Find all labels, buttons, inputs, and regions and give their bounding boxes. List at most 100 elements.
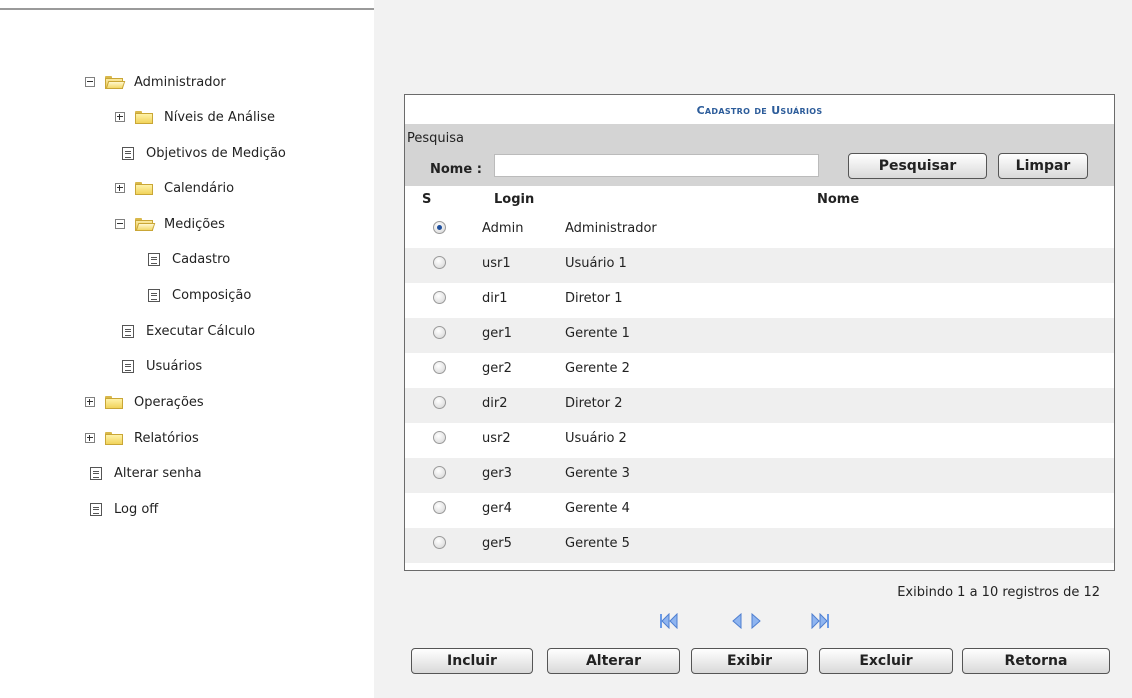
row-login: ger2 bbox=[480, 353, 560, 384]
tree-label: Log off bbox=[114, 501, 159, 517]
row-login: ger1 bbox=[480, 318, 560, 349]
document-icon bbox=[148, 252, 160, 266]
first-page-icon[interactable] bbox=[659, 613, 679, 629]
panel-title: Cadastro de Usuários bbox=[696, 104, 823, 117]
return-button[interactable]: Retorna bbox=[962, 648, 1110, 674]
table-row[interactable]: ger1 Gerente 1 bbox=[405, 318, 1114, 353]
search-button[interactable]: Pesquisar bbox=[848, 153, 987, 179]
tree-node-logoff[interactable]: Log off bbox=[90, 498, 158, 520]
row-login: ger4 bbox=[480, 493, 560, 524]
row-login: dir1 bbox=[480, 283, 560, 314]
document-icon bbox=[148, 288, 160, 302]
collapse-icon[interactable] bbox=[115, 219, 125, 229]
expand-icon[interactable] bbox=[115, 183, 125, 193]
header-login: Login bbox=[494, 192, 535, 207]
row-name: Usuário 2 bbox=[563, 423, 1112, 454]
last-page-icon[interactable] bbox=[810, 613, 830, 629]
folder-icon bbox=[105, 431, 123, 445]
table-header: S Login Nome bbox=[405, 186, 1114, 212]
name-field-label: Nome : bbox=[430, 162, 482, 177]
tree-label: Calendário bbox=[164, 180, 235, 196]
tree-node-medicoes[interactable]: Medições bbox=[115, 213, 225, 235]
next-page-icon[interactable] bbox=[750, 613, 762, 629]
row-name: Diretor 2 bbox=[563, 388, 1112, 419]
document-icon bbox=[90, 466, 102, 480]
user-registry-panel: Cadastro de Usuários Pesquisa Nome : Pes… bbox=[404, 94, 1115, 571]
table-row[interactable]: ger2 Gerente 2 bbox=[405, 353, 1114, 388]
row-login: ger5 bbox=[480, 528, 560, 559]
tree-label: Medições bbox=[164, 216, 225, 232]
tree-node-operacoes[interactable]: Operações bbox=[85, 391, 204, 413]
search-area: Pesquisa Nome : Pesquisar Limpar bbox=[405, 124, 1114, 186]
tree-label: Níveis de Análise bbox=[164, 109, 276, 125]
table-row[interactable]: dir1 Diretor 1 bbox=[405, 283, 1114, 318]
name-search-input[interactable] bbox=[494, 154, 819, 177]
view-button[interactable]: Exibir bbox=[691, 648, 808, 674]
top-divider bbox=[0, 8, 374, 10]
document-icon bbox=[90, 502, 102, 516]
row-name: Gerente 5 bbox=[563, 528, 1112, 559]
row-select-radio[interactable] bbox=[433, 396, 446, 409]
tree-node-usuarios[interactable]: Usuários bbox=[122, 355, 202, 377]
document-icon bbox=[122, 324, 134, 338]
tree-label: Administrador bbox=[134, 74, 226, 90]
tree-node-composicao[interactable]: Composição bbox=[148, 284, 251, 306]
tree-node-administrador[interactable]: Administrador bbox=[85, 71, 226, 93]
row-select-radio[interactable] bbox=[433, 291, 446, 304]
open-folder-icon bbox=[135, 217, 156, 231]
expand-icon[interactable] bbox=[85, 433, 95, 443]
clear-button[interactable]: Limpar bbox=[998, 153, 1088, 179]
previous-page-icon[interactable] bbox=[731, 613, 743, 629]
collapse-icon[interactable] bbox=[85, 77, 95, 87]
tree-node-executar[interactable]: Executar Cálculo bbox=[122, 320, 255, 342]
folder-icon bbox=[105, 395, 123, 409]
tree-node-relatorios[interactable]: Relatórios bbox=[85, 427, 199, 449]
tree-label: Relatórios bbox=[134, 430, 199, 446]
row-name: Gerente 3 bbox=[563, 458, 1112, 489]
delete-button[interactable]: Excluir bbox=[819, 648, 953, 674]
table-row[interactable]: Admin Administrador bbox=[405, 213, 1114, 248]
header-name: Nome bbox=[817, 192, 860, 207]
row-login: usr1 bbox=[480, 248, 560, 279]
table-row[interactable]: usr1 Usuário 1 bbox=[405, 248, 1114, 283]
tree-label: Objetivos de Medição bbox=[146, 145, 286, 161]
row-name: Gerente 4 bbox=[563, 493, 1112, 524]
table-row[interactable]: ger5 Gerente 5 bbox=[405, 528, 1114, 563]
tree-node-objetivos[interactable]: Objetivos de Medição bbox=[122, 142, 286, 164]
tree-label: Alterar senha bbox=[114, 465, 202, 481]
row-select-radio[interactable] bbox=[433, 221, 446, 234]
document-icon bbox=[122, 359, 134, 373]
row-select-radio[interactable] bbox=[433, 256, 446, 269]
row-name: Administrador bbox=[563, 213, 1112, 244]
tree-node-calendario[interactable]: Calendário bbox=[115, 177, 234, 199]
tree-label: Usuários bbox=[146, 358, 203, 374]
row-select-radio[interactable] bbox=[433, 466, 446, 479]
tree-label: Operações bbox=[134, 394, 204, 410]
edit-button[interactable]: Alterar bbox=[547, 648, 680, 674]
row-name: Gerente 1 bbox=[563, 318, 1112, 349]
table-row[interactable]: ger4 Gerente 4 bbox=[405, 493, 1114, 528]
tree-node-alterar-senha[interactable]: Alterar senha bbox=[90, 462, 202, 484]
table-row[interactable]: dir2 Diretor 2 bbox=[405, 388, 1114, 423]
tree-label: Executar Cálculo bbox=[146, 323, 256, 339]
tree-label: Cadastro bbox=[172, 251, 231, 267]
tree-node-cadastro[interactable]: Cadastro bbox=[148, 248, 230, 270]
tree-label: Composição bbox=[172, 287, 252, 303]
add-button[interactable]: Incluir bbox=[411, 648, 533, 674]
table-row[interactable]: ger3 Gerente 3 bbox=[405, 458, 1114, 493]
row-select-radio[interactable] bbox=[433, 536, 446, 549]
expand-icon[interactable] bbox=[85, 397, 95, 407]
expand-icon[interactable] bbox=[115, 112, 125, 122]
document-icon bbox=[122, 146, 134, 160]
header-select: S bbox=[422, 192, 432, 207]
row-select-radio[interactable] bbox=[433, 431, 446, 444]
tree-node-niveis[interactable]: Níveis de Análise bbox=[115, 106, 275, 128]
open-folder-icon bbox=[105, 75, 126, 89]
row-select-radio[interactable] bbox=[433, 361, 446, 374]
row-select-radio[interactable] bbox=[433, 501, 446, 514]
row-select-radio[interactable] bbox=[433, 326, 446, 339]
table-row[interactable]: usr2 Usuário 2 bbox=[405, 423, 1114, 458]
row-login: usr2 bbox=[480, 423, 560, 454]
record-count-text: Exibindo 1 a 10 registros de 12 bbox=[897, 585, 1100, 600]
user-table-body: Admin Administrador usr1 Usuário 1 dir1 … bbox=[405, 213, 1114, 563]
